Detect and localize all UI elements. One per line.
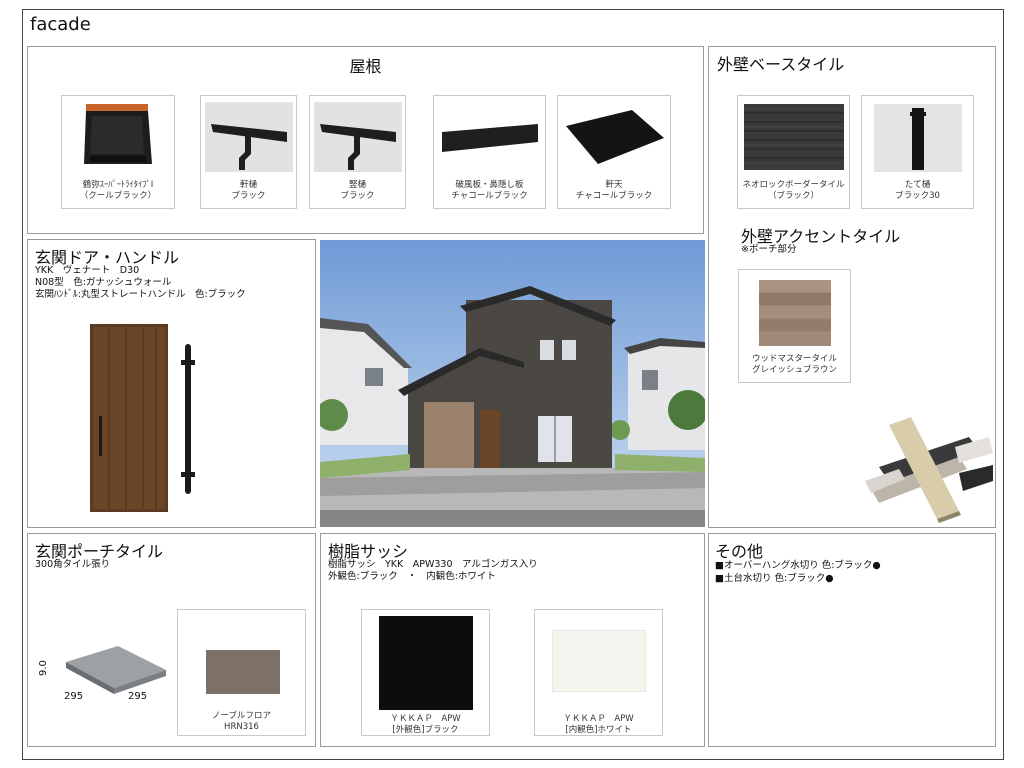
neo-rock-tile-name: ネオロックボーダータイル xyxy=(742,180,845,190)
sash-panel: 樹脂サッシ 樹脂サッシ YKK APW330 アルゴンガス入り 外観色:ブラック… xyxy=(320,533,705,747)
wood-master-tile-name: ウッドマスタータイル xyxy=(751,354,837,364)
porch-tile-width: 295 xyxy=(64,691,84,702)
sash-interior-card: ＹＫＫＡＰ APW [内観色]ホワイト xyxy=(534,609,663,736)
fascia-board-card: 破風板・鼻隠し板 チャコールブラック xyxy=(433,95,546,209)
vertical-gutter-color: ブラック30 xyxy=(895,191,940,201)
entrance-door-image xyxy=(90,324,168,512)
roof-tile-image xyxy=(84,104,152,164)
neo-rock-tile-image xyxy=(744,104,844,170)
roof-tile-card: 鶴弥ｽｰﾊﾟｰﾄﾗｲﾀｲﾌﾟⅠ （クールブラック） xyxy=(61,95,175,209)
roof-title: 屋根 xyxy=(349,57,382,76)
sash-exterior-name: ＹＫＫＡＰ APW xyxy=(390,714,461,724)
eaves-gutter-image xyxy=(205,102,293,172)
fascia-board-name: 破風板・鼻隠し板 xyxy=(455,180,524,190)
door-handle: 玄関ﾊﾝﾄﾞﾙ:丸型ストレートハンドル 色:ブラック xyxy=(35,289,246,300)
page-title: facade xyxy=(30,14,91,35)
tile-samples-image xyxy=(865,417,993,523)
sash-interior-color: [内観色]ホワイト xyxy=(565,725,632,735)
other-panel: その他 ■オーバーハング水切り 色:ブラック● ■土台水切り 色:ブラック● xyxy=(708,533,996,747)
sash-color: 外観色:ブラック ・ 内観色:ホワイト xyxy=(328,571,496,582)
door-handle-image xyxy=(181,344,195,494)
wood-master-tile-image xyxy=(759,280,831,346)
eaves-gutter-card: 軒樋 ブラック xyxy=(200,95,297,209)
roof-tile-name: 鶴弥ｽｰﾊﾟｰﾄﾗｲﾀｲﾌﾟⅠ xyxy=(82,180,154,190)
wall-base-title: 外壁ベースタイル xyxy=(717,55,845,74)
house-photo xyxy=(320,240,705,527)
wood-master-tile-color: グレイッシュブラウン xyxy=(751,365,837,375)
other-item-overhang: ■オーバーハング水切り 色:ブラック● xyxy=(715,560,881,571)
door-model: YKK ヴェナート D30 xyxy=(35,265,140,276)
porch-tile-depth: 295 xyxy=(128,691,148,702)
sash-exterior-card: ＹＫＫＡＰ APW [外観色]ブラック xyxy=(361,609,490,736)
porch-panel: 玄関ポーチタイル 300角タイル張り 9.0 295 295 ノーブルフロア H… xyxy=(27,533,316,747)
sash-interior-name: ＹＫＫＡＰ APW xyxy=(563,714,634,724)
wood-master-tile-card: ウッドマスタータイル グレイッシュブラウン xyxy=(738,269,851,383)
soffit-image xyxy=(566,110,664,164)
soffit-card: 軒天 チャコールブラック xyxy=(557,95,671,209)
eaves-gutter-color: ブラック xyxy=(231,191,266,201)
wall-panel: 外壁ベースタイル ネオロックボーダータイル （ブラック） たて樋 ブラック30 … xyxy=(708,46,996,528)
sash-exterior-image xyxy=(379,616,473,710)
vertical-gutter-name: たて樋 xyxy=(904,180,931,190)
wall-accent-subtitle: ※ポーチ部分 xyxy=(741,244,797,255)
door-panel: 玄関ドア・ハンドル YKK ヴェナート D30 N08型 色:ガナッシュウォール… xyxy=(27,239,316,528)
downspout-color: ブラック xyxy=(340,191,375,201)
noble-floor-card: ノーブルフロア HRN316 xyxy=(177,609,306,736)
vertical-gutter-image xyxy=(874,104,962,172)
porch-tile-thickness: 9.0 xyxy=(38,660,49,676)
noble-floor-code: HRN316 xyxy=(224,722,259,732)
noble-floor-image xyxy=(206,650,280,694)
downspout-card: 竪樋 ブラック xyxy=(309,95,406,209)
eaves-gutter-name: 軒樋 xyxy=(239,180,257,190)
porch-subtitle: 300角タイル張り xyxy=(35,559,111,570)
sash-interior-image xyxy=(552,630,646,692)
fascia-board-color: チャコールブラック xyxy=(451,191,528,201)
sash-exterior-color: [外観色]ブラック xyxy=(392,725,459,735)
vertical-gutter-card: たて樋 ブラック30 xyxy=(861,95,974,209)
downspout-image xyxy=(314,102,402,172)
sash-model: 樹脂サッシ YKK APW330 アルゴンガス入り xyxy=(328,559,538,570)
neo-rock-tile-card: ネオロックボーダータイル （ブラック） xyxy=(737,95,850,209)
door-color: N08型 色:ガナッシュウォール xyxy=(35,277,172,288)
roof-panel: 屋根 鶴弥ｽｰﾊﾟｰﾄﾗｲﾀｲﾌﾟⅠ （クールブラック） 軒樋 ブラック 竪樋 … xyxy=(27,46,704,234)
noble-floor-name: ノーブルフロア xyxy=(212,711,271,721)
other-title: その他 xyxy=(715,542,764,561)
roof-tile-color: （クールブラック） xyxy=(79,191,157,201)
soffit-color: チャコールブラック xyxy=(575,191,653,201)
soffit-name: 軒天 xyxy=(605,180,623,190)
fascia-board-image xyxy=(442,124,538,152)
other-item-foundation: ■土台水切り 色:ブラック● xyxy=(715,573,834,584)
neo-rock-tile-color: （ブラック） xyxy=(767,191,819,201)
downspout-name: 竪樋 xyxy=(348,180,366,190)
